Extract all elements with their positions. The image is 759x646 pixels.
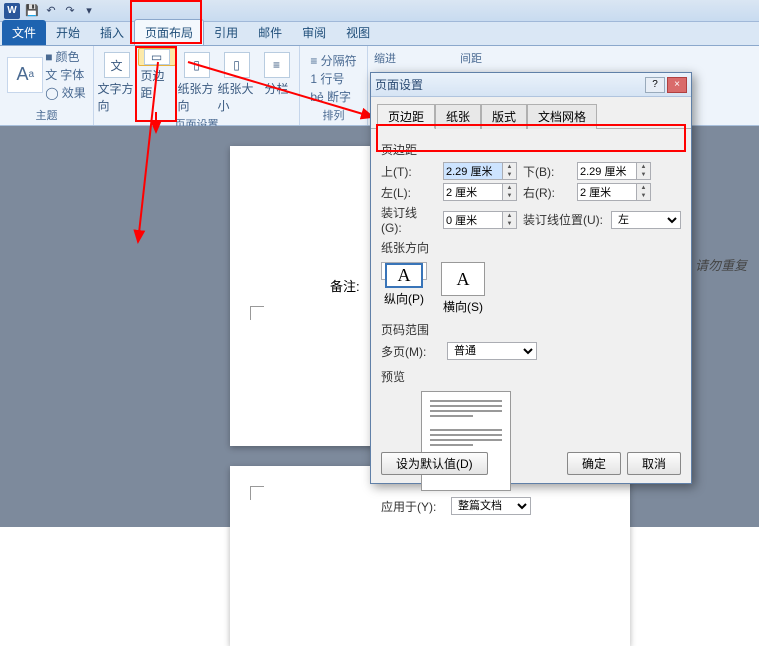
tab-insert[interactable]: 插入 xyxy=(90,20,134,45)
tab-file[interactable]: 文件 xyxy=(2,20,46,45)
dialog-title-bar[interactable]: 页面设置 ? × xyxy=(371,73,691,97)
margin-bottom-label: 下(B): xyxy=(523,163,571,180)
quick-access-toolbar: 💾 ↶ ↷ ▾ xyxy=(24,3,97,19)
indent-label: 缩进 xyxy=(374,50,396,66)
theme-colors[interactable]: ■ 颜色 xyxy=(45,48,85,65)
group-page-setup: 文文字方向 ▭页边距 ▯纸张方向 ▯纸张大小 ≡分栏 页面设置 xyxy=(94,46,300,125)
set-default-button[interactable]: 设为默认值(D) xyxy=(381,452,488,475)
dialog-tab-paper[interactable]: 纸张 xyxy=(435,104,481,129)
doc-remark-text: 备注: xyxy=(330,276,360,295)
size-button[interactable]: ▯纸张大小 xyxy=(218,48,256,114)
dialog-tab-margins[interactable]: 页边距 xyxy=(377,104,435,129)
spinner-icon[interactable]: ▲▼ xyxy=(503,162,517,180)
spinner-icon[interactable]: ▲▼ xyxy=(503,183,517,201)
page-range-label: 页码范围 xyxy=(381,321,681,338)
multi-page-select[interactable]: 普通 xyxy=(447,342,537,360)
page-setup-dialog: 页面设置 ? × 页边距 纸张 版式 文档网格 页边距 上(T): ▲▼ 下(B… xyxy=(370,72,692,484)
multi-page-label: 多页(M): xyxy=(381,343,441,360)
tab-page-layout[interactable]: 页面布局 xyxy=(134,19,204,45)
preview-label: 预览 xyxy=(381,368,681,385)
group-label-arrange: 排列 xyxy=(323,105,345,123)
columns-button[interactable]: ≡分栏 xyxy=(258,48,296,114)
hyphenation-button[interactable]: bẻ 断字 xyxy=(310,88,356,105)
dialog-close-button[interactable]: × xyxy=(667,77,687,93)
doc-note-text: 请勿重复 xyxy=(695,255,747,274)
word-icon: W xyxy=(4,3,20,19)
spinner-icon[interactable]: ▲▼ xyxy=(637,183,651,201)
themes-button[interactable]: Aa xyxy=(7,57,43,93)
dialog-tab-grid[interactable]: 文档网格 xyxy=(527,104,597,129)
dialog-tab-layout[interactable]: 版式 xyxy=(481,104,527,129)
spacing-label: 间距 xyxy=(460,50,482,66)
apply-to-label: 应用于(Y): xyxy=(381,498,445,515)
margin-top-label: 上(T): xyxy=(381,163,437,180)
tab-home[interactable]: 开始 xyxy=(46,20,90,45)
theme-fonts[interactable]: 文 字体 xyxy=(45,66,85,83)
dialog-tabs: 页边距 纸张 版式 文档网格 xyxy=(371,97,691,129)
cancel-button[interactable]: 取消 xyxy=(627,452,681,475)
ribbon-tabs: 文件 开始 插入 页面布局 引用 邮件 审阅 视图 xyxy=(0,22,759,46)
tab-references[interactable]: 引用 xyxy=(204,20,248,45)
landscape-button[interactable]: A横向(S) xyxy=(441,262,485,315)
dialog-help-button[interactable]: ? xyxy=(645,77,665,93)
gutter-pos-select[interactable]: 左 xyxy=(611,211,681,229)
tab-mailings[interactable]: 邮件 xyxy=(248,20,292,45)
group-label-themes: 主题 xyxy=(36,105,58,123)
margin-left-label: 左(L): xyxy=(381,184,437,201)
group-themes: Aa ■ 颜色 文 字体 ◯ 效果 主题 xyxy=(0,46,94,125)
ok-button[interactable]: 确定 xyxy=(567,452,621,475)
title-bar: W 💾 ↶ ↷ ▾ xyxy=(0,0,759,22)
margins-section-label: 页边距 xyxy=(381,141,681,158)
redo-icon[interactable]: ↷ xyxy=(62,3,78,19)
margin-left-input[interactable] xyxy=(443,183,503,201)
spinner-icon[interactable]: ▲▼ xyxy=(503,211,517,229)
undo-icon[interactable]: ↶ xyxy=(43,3,59,19)
tab-review[interactable]: 审阅 xyxy=(292,20,336,45)
preview-box xyxy=(421,391,511,491)
margin-right-label: 右(R): xyxy=(523,184,571,201)
breaks-button[interactable]: ≡ 分隔符 xyxy=(310,52,356,69)
theme-effects[interactable]: ◯ 效果 xyxy=(45,84,85,101)
line-numbers-button[interactable]: 1 行号 xyxy=(310,70,356,87)
orientation-button[interactable]: ▯纸张方向 xyxy=(178,48,216,114)
apply-to-select[interactable]: 整篇文档 xyxy=(451,497,531,515)
orientation-section-label: 纸张方向 xyxy=(381,239,681,256)
portrait-button[interactable]: A纵向(P) xyxy=(381,262,427,280)
dialog-title: 页面设置 xyxy=(375,76,423,93)
gutter-pos-label: 装订线位置(U): xyxy=(523,211,605,228)
gutter-label: 装订线(G): xyxy=(381,204,437,235)
save-icon[interactable]: 💾 xyxy=(24,3,40,19)
margins-button[interactable]: ▭页边距 xyxy=(138,48,176,66)
text-direction-button[interactable]: 文文字方向 xyxy=(98,48,136,114)
margin-right-input[interactable] xyxy=(577,183,637,201)
gutter-input[interactable] xyxy=(443,211,503,229)
margin-bottom-input[interactable] xyxy=(577,162,637,180)
group-paragraph-marks: ≡ 分隔符 1 行号 bẻ 断字 排列 xyxy=(300,46,368,125)
qat-dropdown-icon[interactable]: ▾ xyxy=(81,3,97,19)
margin-top-input[interactable] xyxy=(443,162,503,180)
spinner-icon[interactable]: ▲▼ xyxy=(637,162,651,180)
tab-view[interactable]: 视图 xyxy=(336,20,380,45)
